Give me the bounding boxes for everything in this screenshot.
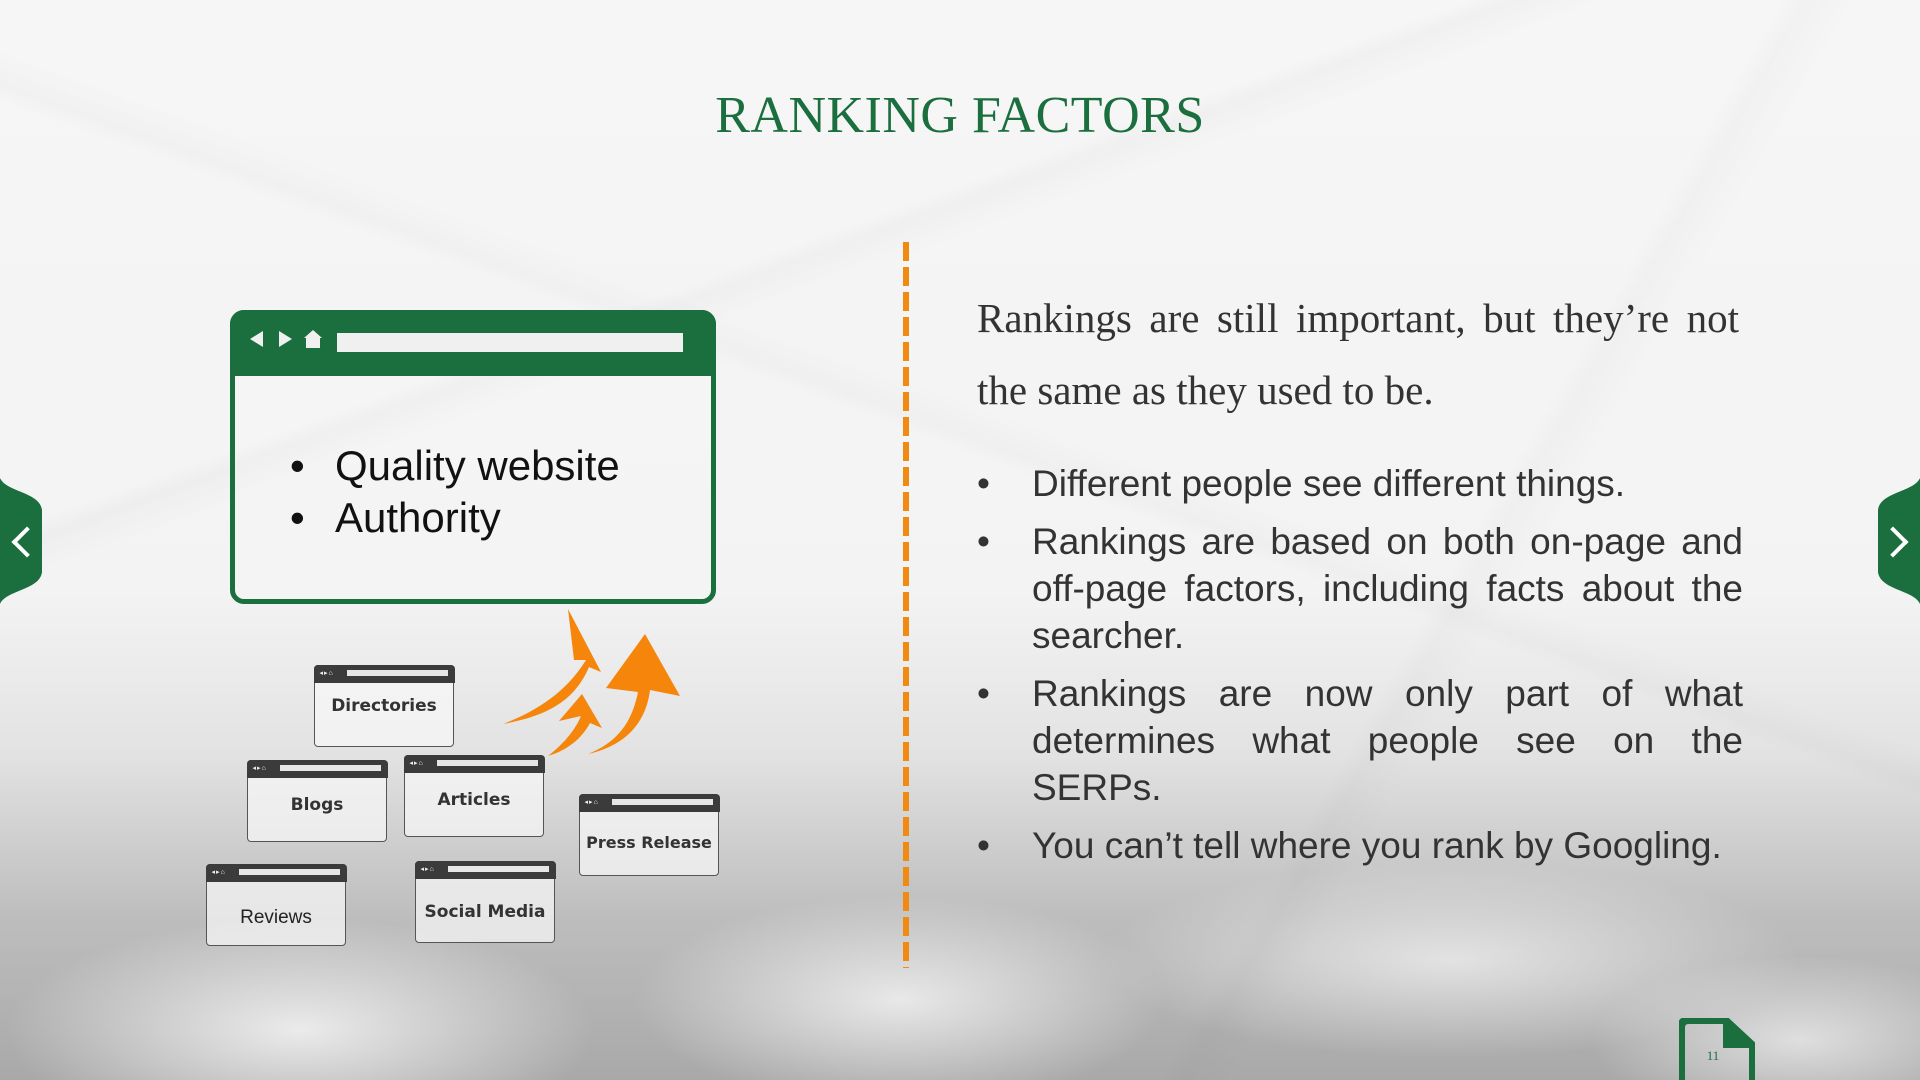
bullet-glyph: •	[977, 825, 990, 866]
source-label: Reviews	[240, 907, 312, 928]
back-arrow-icon	[250, 331, 263, 347]
bullet-item: • Rankings are based on both on-page and …	[977, 518, 1743, 659]
source-browser-social-media: ◂▸⌂ Social Media	[414, 860, 556, 943]
source-label: Press Release	[586, 833, 712, 852]
bullet-item: • Authority	[290, 492, 620, 544]
page-number: 11	[1706, 1048, 1720, 1063]
next-slide-button[interactable]	[1874, 478, 1920, 604]
address-bar	[611, 798, 713, 805]
arrow-large-right	[588, 634, 680, 754]
source-browser-press-release: ◂▸⌂ Press Release	[578, 793, 720, 876]
browser-nav-icons: ◂▸⌂	[420, 865, 435, 873]
browser-nav-icons: ◂▸⌂	[252, 764, 267, 772]
address-bar	[436, 759, 538, 766]
source-label: Blogs	[290, 795, 344, 815]
rising-arrows-icon	[503, 609, 680, 756]
intro-paragraph: Rankings are still important, but they’r…	[977, 295, 1739, 413]
previous-slide-button[interactable]	[0, 478, 46, 604]
bullet-glyph: •	[977, 521, 990, 562]
forward-arrow-icon	[279, 331, 292, 347]
bullet-glyph: •	[290, 494, 305, 541]
source-label: Articles	[437, 790, 511, 810]
address-bar	[279, 764, 381, 771]
source-browser-directories: ◂▸⌂ Directories	[313, 664, 455, 747]
source-browser-reviews: ◂▸⌂ Reviews	[205, 863, 347, 946]
dashed-divider	[903, 242, 909, 968]
ranking-bullets: • Different people see different things. …	[977, 460, 1743, 880]
browser-toolbar	[230, 310, 716, 376]
source-label: Social Media	[424, 902, 546, 922]
address-bar	[238, 868, 340, 875]
source-label: Directories	[331, 696, 437, 716]
address-bar	[337, 333, 683, 352]
source-browser-blogs: ◂▸⌂ Blogs	[246, 759, 388, 842]
source-browser-articles: ◂▸⌂ Articles	[403, 754, 545, 837]
bullet-glyph: •	[290, 442, 305, 489]
bullet-item: • Rankings are now only part of what dete…	[977, 670, 1743, 811]
bullet-glyph: •	[977, 673, 990, 714]
bullet-item: • Quality website	[290, 440, 620, 492]
address-bar	[447, 865, 549, 872]
bullet-item: • You can’t tell where you rank by Googli…	[977, 822, 1743, 869]
bullet-glyph: •	[977, 463, 990, 504]
home-icon	[304, 330, 322, 348]
bullet-item: • Different people see different things.	[977, 460, 1743, 507]
browser-nav-icons: ◂▸⌂	[409, 759, 424, 767]
browser-nav-icons: ◂▸⌂	[319, 669, 334, 677]
main-browser-window: • Quality website • Authority	[230, 310, 716, 604]
browser-nav-icons: ◂▸⌂	[584, 798, 599, 806]
slide-title: RANKING FACTORS	[715, 87, 1205, 144]
address-bar	[346, 669, 448, 676]
main-browser-bullets: • Quality website • Authority	[290, 440, 620, 544]
browser-nav-icons: ◂▸⌂	[211, 868, 226, 876]
